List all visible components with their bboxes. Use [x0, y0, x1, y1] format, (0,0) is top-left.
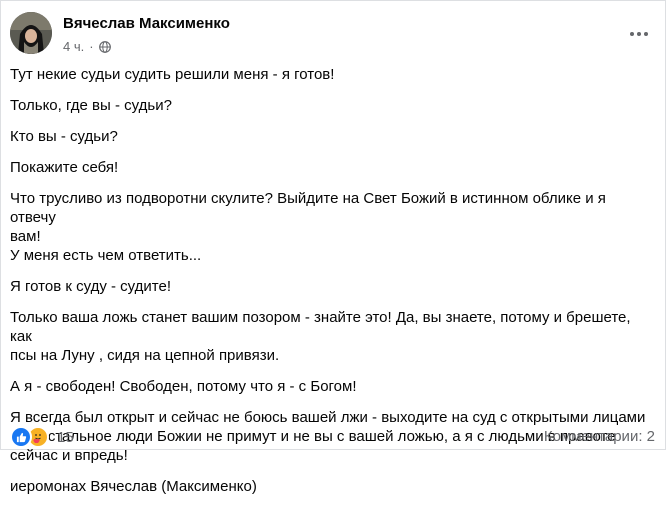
- globe-icon[interactable]: [98, 40, 111, 53]
- post-header: Вячеслав Максименко 4 ч. ·: [10, 12, 656, 56]
- like-icon: [10, 426, 32, 448]
- post-meta: 4 ч. ·: [63, 39, 111, 54]
- more-horizontal-icon: [630, 32, 648, 36]
- post-footer: 15 Комментарии: 2: [10, 426, 655, 448]
- reactions-summary[interactable]: 15: [10, 426, 74, 448]
- post-paragraph: Кто вы - судьи?: [10, 128, 118, 145]
- post-paragraph: Я готов к суду - судите!: [10, 278, 171, 295]
- reaction-count: 15: [57, 428, 74, 446]
- post-paragraph: Что трусливо из подворотни скулите? Выйд…: [10, 190, 606, 264]
- author-name[interactable]: Вячеслав Максименко: [63, 15, 230, 32]
- feed-post: Вячеслав Максименко 4 ч. · Тут некие суд…: [0, 0, 666, 495]
- post-paragraph: Только, где вы - судьи?: [10, 97, 172, 114]
- post-paragraph: Покажите себя!: [10, 159, 119, 176]
- post-options-button[interactable]: [624, 22, 654, 46]
- post-paragraph: Тут некие судьи судить решили меня - я г…: [10, 66, 335, 83]
- post-paragraph: Только ваша ложь станет вашим позором - …: [10, 309, 631, 364]
- avatar-image: [10, 12, 52, 54]
- post-paragraph: иеромонах Вячеслав (Максименко): [10, 478, 257, 495]
- meta-separator: ·: [89, 39, 94, 54]
- comments-count-link[interactable]: Комментарии: 2: [544, 428, 655, 445]
- post-paragraph: А я - свободен! Свободен, потому что я -…: [10, 378, 357, 395]
- author-avatar[interactable]: [10, 12, 52, 54]
- post-timestamp[interactable]: 4 ч.: [63, 39, 84, 54]
